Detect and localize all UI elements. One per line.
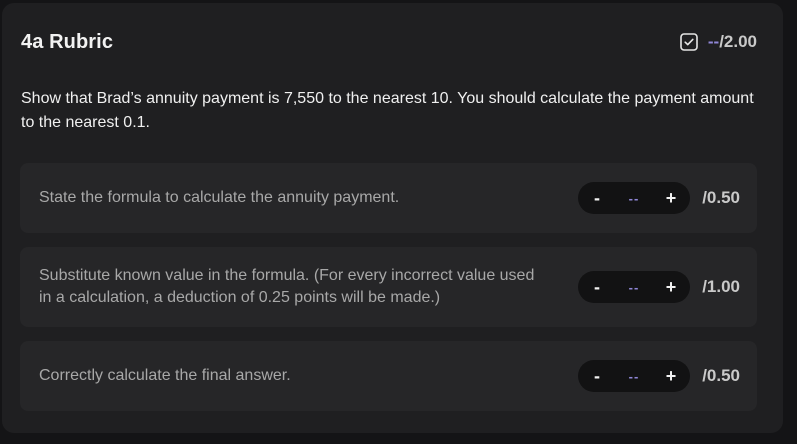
criterion-text: State the formula to calculate the annui… bbox=[39, 189, 400, 206]
criterion-card: Substitute known value in the formula. (… bbox=[20, 247, 757, 327]
criterion-card: Correctly calculate the final answer. - … bbox=[20, 341, 757, 411]
total-score-value: --/2.00 bbox=[708, 32, 757, 52]
rubric-header: 4a Rubric --/2.00 bbox=[21, 29, 757, 55]
criterion-text: Correctly calculate the final answer. bbox=[39, 367, 291, 384]
criterion-card: State the formula to calculate the annui… bbox=[20, 163, 757, 233]
max-score: /0.50 bbox=[702, 366, 740, 385]
max-score: /1.00 bbox=[702, 277, 740, 296]
increment-button[interactable]: + bbox=[664, 188, 678, 209]
decrement-button[interactable]: - bbox=[590, 188, 604, 209]
checkbox-check-icon[interactable] bbox=[680, 33, 698, 51]
total-score-max: /2.00 bbox=[719, 32, 757, 51]
max-score: /0.50 bbox=[702, 188, 740, 207]
increment-button[interactable]: + bbox=[664, 277, 678, 298]
score-stepper: - -- + bbox=[578, 271, 690, 303]
criterion-text: Substitute known value in the formula. (… bbox=[39, 267, 535, 306]
decrement-button[interactable]: - bbox=[590, 366, 604, 387]
rubric-panel: 4a Rubric --/2.00 Show that Brad’s annui… bbox=[2, 3, 783, 433]
score-value[interactable]: -- bbox=[629, 191, 640, 206]
question-text: Show that Brad’s annuity payment is 7,55… bbox=[21, 90, 754, 131]
score-stepper: - -- + bbox=[578, 182, 690, 214]
decrement-button[interactable]: - bbox=[590, 277, 604, 298]
rubric-title: 4a Rubric bbox=[21, 30, 114, 53]
score-stepper: - -- + bbox=[578, 360, 690, 392]
increment-button[interactable]: + bbox=[664, 366, 678, 387]
score-value[interactable]: -- bbox=[629, 369, 640, 384]
total-score: --/2.00 bbox=[680, 32, 757, 52]
total-score-current: -- bbox=[707, 32, 720, 51]
score-value[interactable]: -- bbox=[629, 280, 640, 295]
